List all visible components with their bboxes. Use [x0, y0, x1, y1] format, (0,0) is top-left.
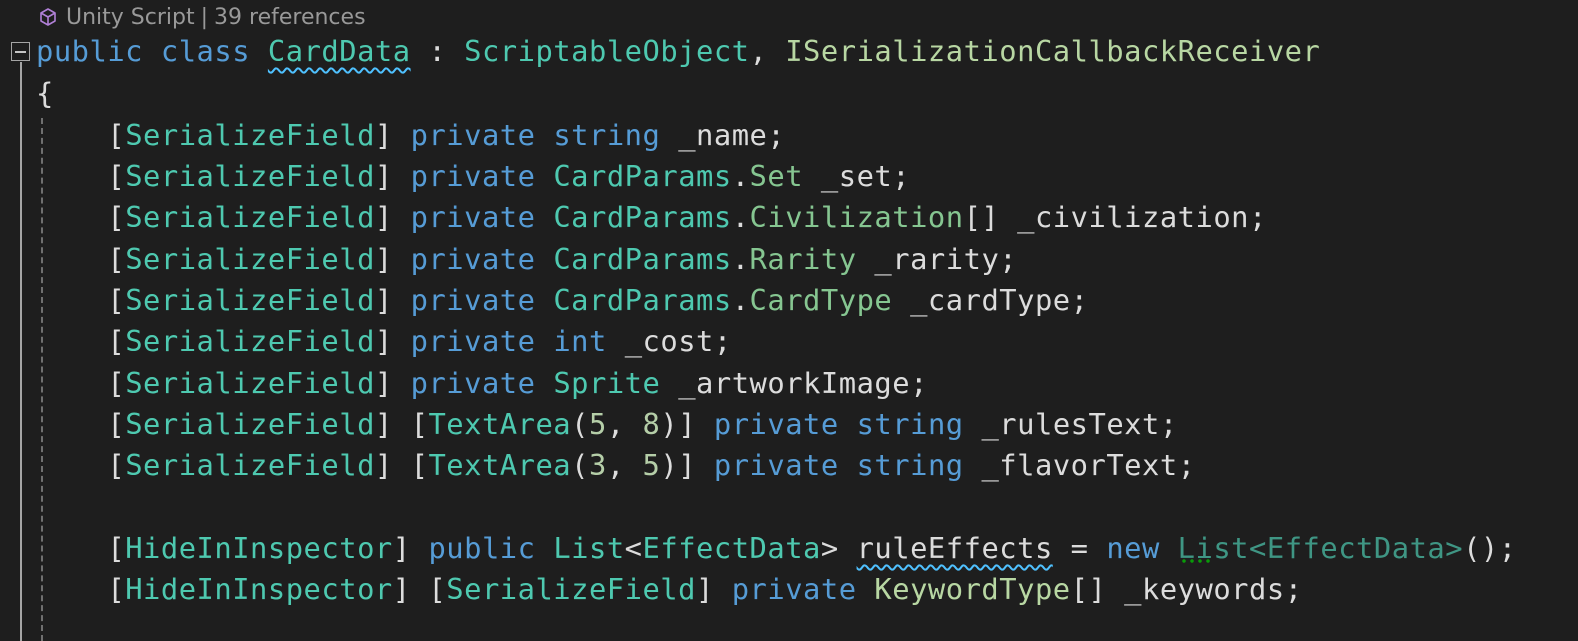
- punct: :: [410, 34, 465, 68]
- field-name[interactable]: ruleEffects: [857, 531, 1053, 565]
- code-line-field: [SerializeField] private CardParams.Rari…: [36, 242, 1018, 276]
- codelens-separator: |: [200, 4, 209, 30]
- field-name[interactable]: _flavorText: [981, 448, 1177, 482]
- field-name[interactable]: _artworkImage: [678, 366, 910, 400]
- field-type: Sprite: [553, 366, 661, 400]
- nested-type: Set: [749, 159, 804, 193]
- base-type: ScriptableObject: [464, 34, 750, 68]
- field-name[interactable]: _cardType: [910, 283, 1071, 317]
- keyword: private: [410, 366, 536, 400]
- code-line-field: [SerializeField] private string _name;: [36, 118, 786, 152]
- keyword: private: [731, 572, 857, 606]
- field-name[interactable]: _cost: [625, 324, 714, 358]
- nested-type: Civilization: [749, 200, 964, 234]
- unity-cube-icon: [40, 8, 56, 26]
- code-line-open-brace: {: [36, 72, 54, 114]
- attribute-name: SerializeField: [125, 118, 375, 152]
- number-literal: 3: [588, 448, 607, 482]
- keyword: new: [1106, 531, 1160, 565]
- attribute-name: SerializeField: [446, 572, 696, 606]
- array-brackets: []: [963, 200, 1000, 234]
- field-type: string: [856, 407, 964, 441]
- attribute-name: TextArea: [428, 407, 572, 441]
- attribute-name: SerializeField: [125, 448, 375, 482]
- keyword: private: [410, 283, 536, 317]
- keyword: private: [410, 118, 536, 152]
- type-name: EffectData: [642, 531, 821, 565]
- keyword: private: [410, 242, 536, 276]
- type-name: EffectData: [1266, 531, 1446, 565]
- codelens: Unity Script | 39 references: [38, 0, 366, 34]
- attribute-name: HideInInspector: [125, 531, 393, 565]
- field-type: int: [553, 324, 607, 358]
- keyword: private: [713, 407, 839, 441]
- attribute-name: SerializeField: [125, 324, 375, 358]
- keyword: private: [410, 200, 536, 234]
- interface-name: ISerializationCallbackReceiver: [785, 34, 1321, 68]
- code-line-class-declaration: public class CardData : ScriptableObject…: [36, 30, 1320, 72]
- attribute-name: SerializeField: [125, 200, 375, 234]
- type-name-suggestion[interactable]: List: [1178, 531, 1249, 565]
- type-name: CardParams: [553, 283, 732, 317]
- keyword: public: [36, 34, 144, 68]
- number-literal: 5: [588, 407, 607, 441]
- code-line-field: [SerializeField] private CardParams.Card…: [36, 283, 1089, 317]
- type-name: List: [553, 531, 625, 565]
- field-type: KeywordType: [874, 572, 1071, 606]
- code-line-keywords: [HideInInspector] [SerializeField] priva…: [36, 572, 1303, 606]
- code-line-field: [SerializeField] private int _cost;: [36, 324, 732, 358]
- attribute-name: SerializeField: [125, 242, 375, 276]
- open-brace: {: [36, 76, 54, 110]
- nested-type: Rarity: [749, 242, 857, 276]
- type-name: CardParams: [553, 159, 732, 193]
- attribute-name: SerializeField: [125, 283, 375, 317]
- attribute-name: TextArea: [428, 448, 572, 482]
- attribute-name: SerializeField: [125, 366, 375, 400]
- field-name[interactable]: _set: [821, 159, 892, 193]
- attribute-name: SerializeField: [125, 407, 375, 441]
- field-name[interactable]: _keywords: [1124, 572, 1285, 606]
- punct: (): [1463, 531, 1499, 565]
- field-name[interactable]: _rulesText: [981, 407, 1159, 441]
- code-line-rule-effects: [HideInInspector] public List<EffectData…: [36, 531, 1517, 565]
- code-line-field: [SerializeField] private CardParams.Civi…: [36, 200, 1267, 234]
- keyword: public: [428, 531, 536, 565]
- attribute-name: HideInInspector: [125, 572, 393, 606]
- codelens-references-link[interactable]: 39 references: [214, 5, 366, 30]
- field-type: string: [553, 118, 661, 152]
- nested-type: CardType: [749, 283, 893, 317]
- code-line-field: [SerializeField] private Sprite _artwork…: [36, 366, 928, 400]
- number-literal: 8: [642, 407, 661, 441]
- field-name[interactable]: _rarity: [874, 242, 999, 276]
- field-name[interactable]: _name: [678, 118, 767, 152]
- keyword: private: [410, 159, 536, 193]
- code-line-field: [SerializeField] [TextArea(3, 5)] privat…: [36, 448, 1196, 482]
- code-line-field: [SerializeField] private CardParams.Set …: [36, 159, 911, 193]
- fold-region-line: [20, 62, 22, 641]
- array-brackets: []: [1070, 572, 1107, 606]
- attribute-name: SerializeField: [125, 159, 375, 193]
- class-name[interactable]: CardData: [268, 34, 411, 68]
- field-type: string: [856, 448, 964, 482]
- keyword: private: [410, 324, 536, 358]
- type-name: CardParams: [553, 200, 732, 234]
- keyword: class: [160, 34, 251, 68]
- number-literal: 5: [642, 448, 661, 482]
- punct: ,: [749, 34, 786, 68]
- keyword: private: [713, 448, 839, 482]
- type-name: CardParams: [553, 242, 732, 276]
- collapse-region-button[interactable]: [11, 42, 30, 61]
- field-name[interactable]: _civilization: [1017, 200, 1249, 234]
- code-line-field: [SerializeField] [TextArea(5, 8)] privat…: [36, 407, 1178, 441]
- codelens-script-label[interactable]: Unity Script: [66, 5, 195, 30]
